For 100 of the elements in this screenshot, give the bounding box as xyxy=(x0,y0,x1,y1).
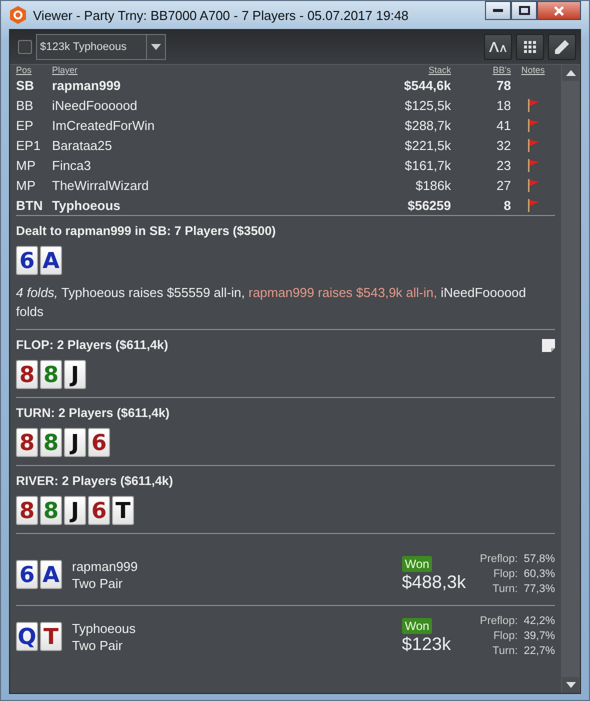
table-cell-text: iNeedFoooood xyxy=(52,96,138,114)
table-cell-text: $288,7k xyxy=(404,116,451,134)
won-amount: $488,3k xyxy=(402,572,466,593)
font-size-button[interactable] xyxy=(484,34,512,60)
playing-card: 8 xyxy=(16,496,38,525)
table-cell-text: MP xyxy=(16,156,36,174)
playing-card: T xyxy=(112,496,134,525)
table-cell-text: $125,5k xyxy=(404,96,451,114)
scroll-down-icon[interactable] xyxy=(566,682,576,688)
player-dropdown[interactable]: $123k Typhoeous xyxy=(36,34,166,60)
playing-card: 8 xyxy=(40,496,62,525)
minimize-icon xyxy=(493,8,503,12)
table-cell-text: $161,7k xyxy=(404,156,451,174)
table-cell-text: 8 xyxy=(502,196,511,214)
note-icon[interactable] xyxy=(542,338,555,352)
table-cell: SB xyxy=(16,75,52,95)
table-cell: $544,6k xyxy=(361,75,451,95)
table-cell-text: Typhoeous xyxy=(52,196,122,215)
column-header: BB's xyxy=(451,65,511,75)
won-amount: $123k xyxy=(402,634,451,655)
close-icon xyxy=(554,6,564,16)
flag-icon[interactable] xyxy=(526,98,540,112)
close-button[interactable] xyxy=(537,1,581,20)
equity-value: 57,8% xyxy=(524,552,555,567)
equity-label: Turn: xyxy=(492,644,518,659)
equity-label: Turn: xyxy=(492,582,518,597)
scrollbar[interactable] xyxy=(561,65,580,693)
table-cell-text: $56259 xyxy=(406,196,451,214)
equity-value: 39,7% xyxy=(524,629,555,644)
playing-card: 6 xyxy=(88,496,110,525)
flag-icon[interactable] xyxy=(526,198,540,212)
table-cell: BTN xyxy=(16,195,52,215)
street-title: FLOP: 2 Players ($611,4k) xyxy=(16,338,170,352)
table-cell: 23 xyxy=(451,155,511,175)
equity-value: 42,2% xyxy=(524,614,555,629)
maximize-button[interactable] xyxy=(511,1,537,20)
pencil-icon xyxy=(554,39,570,55)
table-cell: rapman999 xyxy=(52,75,361,95)
action-summary: 4 folds, Typhoeous raises $55559 all-in, rapman999 raises $543,9k all-in, iNeedFoooood folds xyxy=(16,284,528,321)
table-cell-text: Finca3 xyxy=(52,156,92,174)
scroll-up-icon[interactable] xyxy=(566,70,576,76)
playing-card: J xyxy=(64,360,86,389)
app-logo-icon xyxy=(9,6,27,24)
hand-rank: Two Pair xyxy=(72,636,124,654)
table-cell: 18 xyxy=(451,95,511,115)
table-cell: 27 xyxy=(451,175,511,195)
street-title: TURN: 2 Players ($611,4k) xyxy=(16,406,171,420)
column-header: Pos xyxy=(16,65,52,75)
flag-icon[interactable] xyxy=(526,118,540,132)
flag-icon[interactable] xyxy=(526,158,540,172)
flag-icon[interactable] xyxy=(526,138,540,152)
grid-button[interactable] xyxy=(516,34,544,60)
playing-card: A xyxy=(40,560,62,589)
equity-label: Preflop: xyxy=(480,552,518,567)
player-name: Typhoeous xyxy=(72,620,137,636)
column-header: Player xyxy=(52,65,79,75)
table-cell-text: BB xyxy=(16,96,34,114)
player-name: rapman999 xyxy=(72,558,139,574)
table-cell-text: $221,5k xyxy=(404,136,451,154)
letters-icon xyxy=(489,42,507,52)
equity-value: 60,3% xyxy=(524,567,555,582)
equity-value: 22,7% xyxy=(524,644,555,659)
hand-rank: Two Pair xyxy=(72,574,124,592)
street-title: RIVER: 2 Players ($611,4k) xyxy=(16,474,174,488)
playing-card: 6 xyxy=(16,560,38,589)
equity-label: Flop: xyxy=(492,629,518,644)
maximize-icon xyxy=(518,6,530,15)
caret-icon xyxy=(151,44,161,50)
minimize-button[interactable] xyxy=(485,1,511,20)
grid-icon xyxy=(524,41,536,53)
playing-card: 8 xyxy=(16,428,38,457)
table-cell: 78 xyxy=(451,75,511,95)
playing-card: T xyxy=(40,622,62,651)
window-title: Viewer - Party Trny: BB7000 A700 - 7 Players - 05.07.2017 19:48 xyxy=(33,8,410,22)
playing-card: Q xyxy=(16,622,38,651)
table-cell-text: $186k xyxy=(414,176,451,194)
playing-card: 8 xyxy=(16,360,38,389)
playing-card: A xyxy=(40,246,62,275)
table-cell-text: EP1 xyxy=(16,136,42,154)
playing-card: J xyxy=(64,428,86,457)
playing-card: 6 xyxy=(88,428,110,457)
table-cell: 41 xyxy=(451,115,511,135)
equity-label: Flop: xyxy=(492,567,518,582)
table-cell-text: EP xyxy=(16,116,34,134)
column-header: Notes xyxy=(511,65,555,75)
street-title: Dealt to rapman999 in SB: 7 Players ($3500) xyxy=(16,224,277,238)
column-header: Stack xyxy=(427,65,451,75)
edit-button[interactable] xyxy=(548,34,576,60)
playing-card: 6 xyxy=(16,246,38,275)
table-cell: MP xyxy=(16,175,52,195)
playing-card: J xyxy=(64,496,86,525)
table-cell-text: Barataa25 xyxy=(52,136,113,154)
equity-value: 77,3% xyxy=(524,582,555,597)
checkbox[interactable] xyxy=(18,40,32,54)
table-cell-text: TheWirralWizard xyxy=(52,176,150,194)
table-cell-text: ImCreatedForWin xyxy=(52,116,156,134)
flag-icon[interactable] xyxy=(526,178,540,192)
playing-card: 8 xyxy=(40,360,62,389)
won-badge: Won xyxy=(402,618,432,634)
won-badge: Won xyxy=(402,556,432,572)
